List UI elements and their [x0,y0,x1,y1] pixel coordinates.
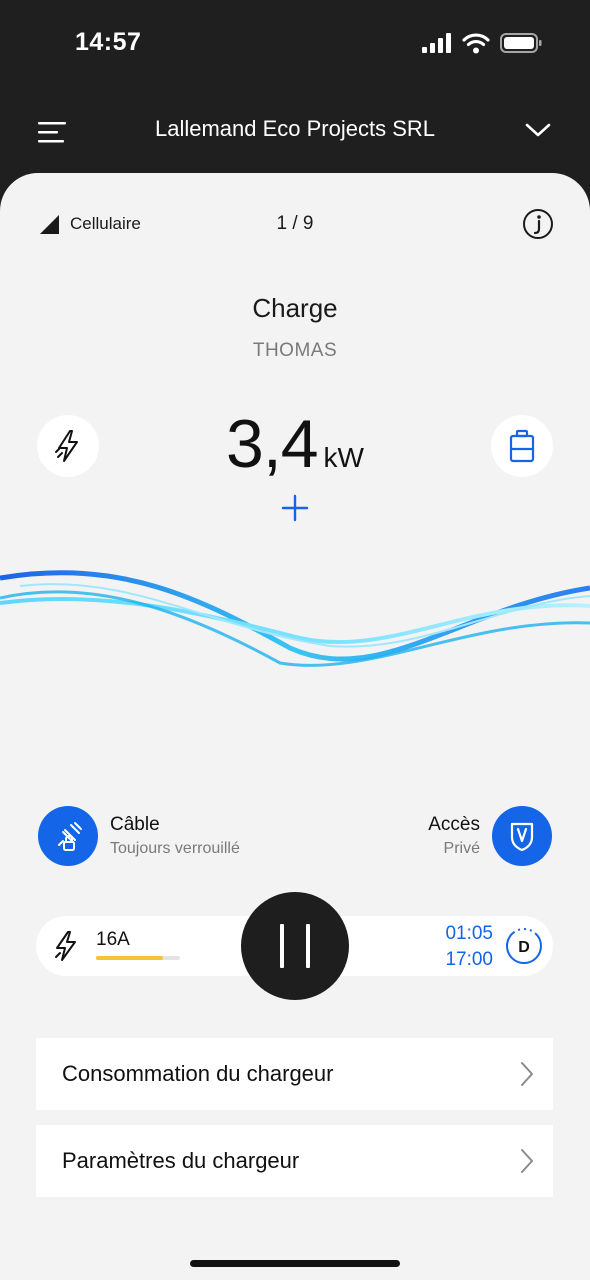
app-bar: Lallemand Eco Projects SRL [0,90,590,174]
access-subtitle: Privé [443,840,480,857]
charger-settings-row[interactable]: Paramètres du chargeur [36,1125,553,1197]
cable-subtitle: Toujours verrouillé [110,840,240,857]
row-label: Consommation du chargeur [62,1061,334,1086]
schedule-start: 01:05 [445,923,493,944]
wifi-icon [462,33,490,54]
chevron-down-icon[interactable] [524,118,552,142]
info-icon[interactable] [522,208,554,240]
cable-button[interactable] [38,806,98,866]
chevron-right-icon [521,1062,533,1086]
charger-card: Cellulaire 1 / 9 Charge THOMAS 3,4 kW Câ… [0,173,590,1280]
power-unit: kW [323,442,364,473]
battery-status-icon [500,33,542,53]
signal-icon [422,33,451,53]
current-level-fill [96,956,164,960]
organization-title[interactable]: Lallemand Eco Projects SRL [0,116,590,142]
current-limit[interactable]: 16A [96,929,130,951]
charging-wave [0,570,590,667]
access-title: Accès [428,814,480,835]
battery-button[interactable] [491,415,553,477]
pause-icon-bar [306,924,310,968]
schedule-times[interactable]: 01:05 17:00 [445,921,493,973]
schedule-mode-button[interactable]: D [505,927,543,965]
user-name: THOMAS [252,340,338,361]
power-value: 3,4 [226,406,319,482]
home-indicator [190,1260,400,1267]
row-label: Paramètres du chargeur [62,1148,300,1173]
charger-pager: 1 / 9 [276,213,314,234]
status-icons [422,32,542,54]
schedule-end: 17:00 [445,949,493,970]
cable-title: Câble [110,814,160,835]
cable-feature[interactable]: Câble Toujours verrouillé [38,806,240,866]
plus-icon[interactable] [280,493,310,523]
pause-button[interactable] [241,892,349,1000]
schedule-mode-badge: D [518,939,530,956]
current-level-bar [96,956,180,960]
cable-lock-icon [58,822,82,851]
access-feature[interactable]: Accès Privé [428,806,552,866]
lightning-icon [55,931,76,961]
status-time: 14:57 [75,28,142,56]
charge-status-title: Charge [252,293,338,323]
access-button[interactable] [492,806,552,866]
charger-consumption-row[interactable]: Consommation du chargeur [36,1038,553,1110]
chevron-right-icon [521,1149,533,1173]
pause-icon [280,924,284,968]
battery-icon [509,429,535,463]
shield-icon [510,822,534,852]
status-bar: 14:57 [0,0,590,90]
